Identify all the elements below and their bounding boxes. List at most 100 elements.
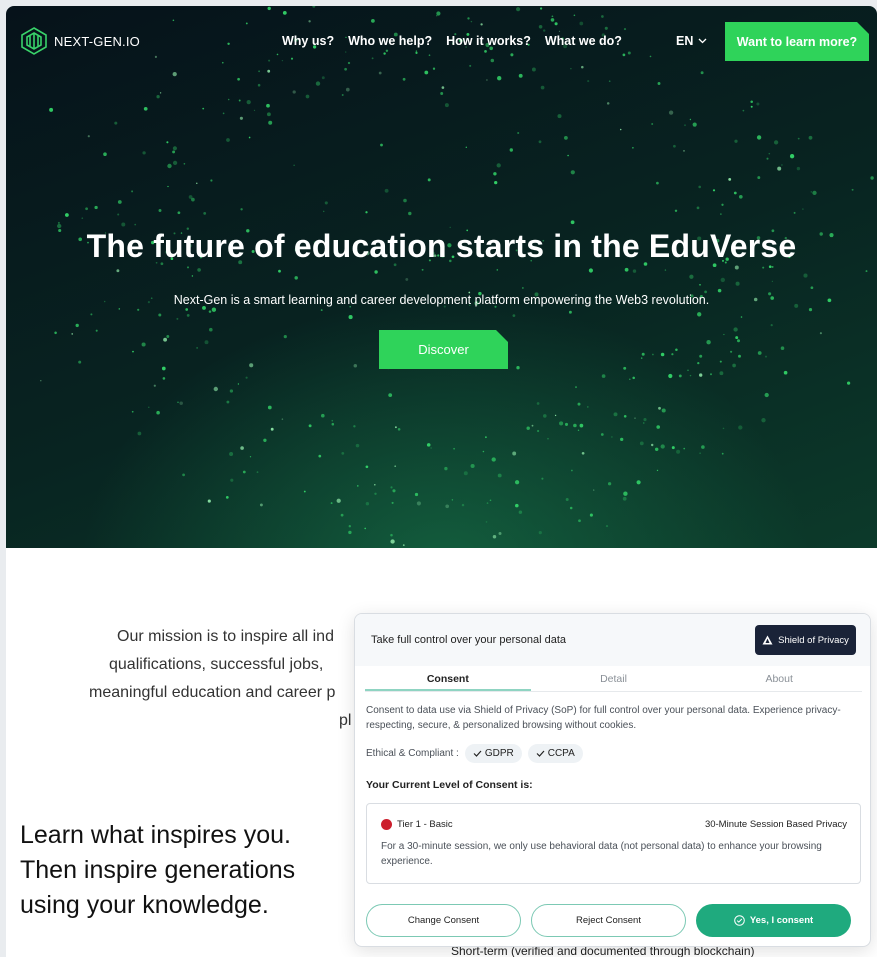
- particle-dot: [225, 496, 229, 499]
- particle-dot: [103, 152, 107, 156]
- particle-dot: [573, 423, 577, 428]
- particle-dot: [340, 513, 344, 517]
- consent-modal-header: Take full control over your personal dat…: [355, 614, 870, 666]
- shield-of-privacy-icon: [762, 635, 773, 645]
- tab-consent[interactable]: Consent: [365, 666, 531, 691]
- particle-dot: [660, 444, 665, 449]
- particle-dot: [717, 288, 722, 293]
- logo[interactable]: NEXT-GEN.IO: [20, 26, 140, 56]
- particle-dot: [623, 491, 628, 496]
- particle-dot: [226, 138, 230, 142]
- particle-dot: [531, 424, 534, 427]
- particle-dot: [650, 443, 654, 447]
- particle-dot: [676, 449, 681, 454]
- tab-detail[interactable]: Detail: [531, 666, 697, 691]
- particle-dot: [643, 422, 645, 424]
- particle-dot: [465, 146, 467, 148]
- particle-dot: [538, 140, 542, 144]
- particle-dot: [384, 188, 389, 193]
- language-selector[interactable]: EN: [676, 34, 707, 48]
- particle-dot: [738, 425, 743, 430]
- particle-dot: [639, 441, 644, 446]
- particle-dot: [210, 179, 213, 182]
- particle-dot: [268, 120, 273, 125]
- reject-consent-button[interactable]: Reject Consent: [531, 904, 686, 937]
- learn-more-button[interactable]: Want to learn more?: [725, 22, 869, 61]
- particle-dot: [496, 163, 501, 168]
- particle-dot: [540, 85, 545, 90]
- particle-dot: [770, 324, 773, 327]
- particle-dot: [330, 502, 333, 505]
- nav-link-who-we-help[interactable]: Who we help?: [348, 34, 432, 48]
- particle-dot: [536, 429, 540, 433]
- particle-dot: [364, 527, 366, 530]
- particle-dot: [689, 374, 692, 377]
- particle-dot: [781, 164, 783, 166]
- particle-dot: [641, 352, 645, 356]
- particle-dot: [793, 211, 796, 214]
- particle-dot: [810, 286, 814, 290]
- particle-dot: [131, 190, 134, 193]
- nav-link-what-we-do[interactable]: What we do?: [545, 34, 622, 48]
- particle-dot: [204, 340, 209, 345]
- particle-dot: [85, 207, 88, 211]
- particle-dot: [430, 447, 432, 449]
- particle-dot: [569, 506, 573, 510]
- particle-dot: [493, 172, 497, 176]
- particle-dot: [780, 346, 785, 350]
- particle-dot: [865, 270, 868, 273]
- gdpr-chip: GDPR: [464, 744, 522, 763]
- particle-dot: [766, 157, 769, 160]
- particle-dot: [732, 363, 736, 368]
- particle-dot: [564, 422, 569, 426]
- particle-dot: [177, 401, 179, 403]
- particle-dot: [750, 105, 753, 108]
- shield-of-privacy-badge[interactable]: Shield of Privacy: [755, 625, 856, 655]
- particle-dot: [117, 213, 120, 216]
- check-circle-icon: [734, 915, 745, 926]
- particle-dot: [172, 160, 178, 166]
- particle-dot: [509, 148, 513, 152]
- change-consent-button[interactable]: Change Consent: [366, 904, 521, 937]
- particle-dot: [226, 400, 230, 404]
- particle-dot: [270, 427, 274, 431]
- particle-dot: [394, 426, 397, 429]
- particle-dot: [735, 336, 739, 340]
- particle-dot: [245, 376, 248, 379]
- particle-dot: [281, 418, 284, 420]
- particle-dot: [249, 456, 252, 458]
- particle-dot: [565, 498, 569, 501]
- particle-dot: [416, 501, 421, 506]
- tab-about[interactable]: About: [696, 666, 862, 691]
- particle-dot: [118, 308, 121, 310]
- hero-section: NEXT-GEN.IO Why us? Who we help? How it …: [6, 6, 877, 548]
- particle-dot: [571, 469, 573, 472]
- particle-dot: [237, 383, 240, 385]
- particle-dot: [486, 502, 489, 504]
- particle-dot: [522, 287, 524, 289]
- particle-dot: [699, 373, 703, 377]
- particle-dot: [445, 504, 450, 509]
- particle-dot: [230, 478, 234, 482]
- particle-dot: [652, 353, 654, 356]
- particle-dot: [733, 327, 738, 332]
- discover-button[interactable]: Discover: [379, 330, 508, 369]
- particle-dot: [768, 152, 771, 155]
- mission-line: meaningful education and career p: [89, 684, 336, 701]
- particle-dot: [259, 503, 263, 507]
- particle-dot: [721, 452, 724, 455]
- particle-dot: [497, 473, 502, 478]
- particle-dot: [256, 471, 259, 473]
- particle-dot: [512, 451, 517, 456]
- particle-dot: [538, 530, 542, 535]
- particle-dot: [331, 419, 334, 422]
- shield-of-privacy-label: Shield of Privacy: [778, 634, 849, 646]
- accept-consent-button[interactable]: Yes, I consent: [696, 904, 851, 937]
- particle-dot: [847, 381, 851, 385]
- particle-dot: [183, 162, 186, 165]
- particle-dot: [148, 406, 150, 408]
- particle-dot: [305, 94, 310, 99]
- nav-link-how-it-works[interactable]: How it works?: [446, 34, 531, 48]
- nav-link-why-us[interactable]: Why us?: [282, 34, 334, 48]
- particle-dot: [185, 308, 189, 311]
